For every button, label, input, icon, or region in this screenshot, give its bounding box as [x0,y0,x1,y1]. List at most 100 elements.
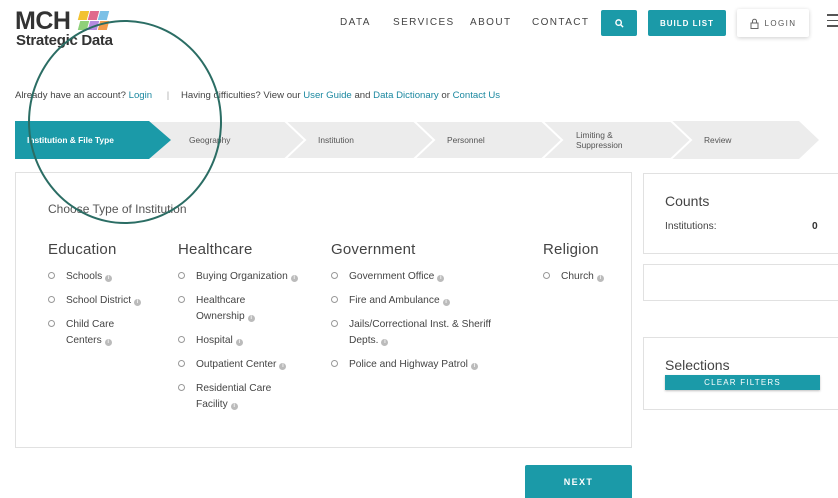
logo-mch-text: MCH [15,7,71,35]
logo-subtitle: Strategic Data [16,32,113,49]
info-icon[interactable]: i [235,339,243,346]
step-personnel[interactable]: Personnel [447,121,485,159]
login-label: LOGIN [764,18,797,28]
step-review[interactable]: Review [704,121,731,159]
government-column: Government Government Office i Fire and A… [331,241,521,381]
institutions-label: Institutions: [665,221,717,232]
radio-button[interactable] [178,336,185,343]
info-icon[interactable]: i [596,275,604,282]
contact-us-link[interactable]: Contact Us [453,90,500,101]
option-label: Hospital [196,335,233,346]
info-icon[interactable]: i [470,363,478,370]
info-icon[interactable]: i [247,315,255,322]
account-help-line: Already have an account? Login | Having … [15,90,500,101]
radio-button[interactable] [178,296,185,303]
or-text: or [441,90,450,101]
lock-icon [750,18,759,29]
info-icon[interactable]: i [437,275,445,282]
logo-block [97,11,110,20]
nav-services[interactable]: SERVICES [393,17,455,29]
option-label: Healthcare Ownership [196,295,246,322]
government-title: Government [331,241,416,258]
have-account-text: Already have an account? [15,90,126,101]
radio-button[interactable] [543,272,550,279]
info-icon[interactable]: i [134,299,142,306]
radio-button[interactable] [48,296,55,303]
radio-button[interactable] [331,296,338,303]
logo-blocks-icon [77,11,110,31]
info-icon[interactable]: i [290,275,298,282]
info-icon[interactable]: i [442,299,450,306]
radio-button[interactable] [331,272,338,279]
nav-data[interactable]: DATA [340,17,371,29]
logo-block [97,21,110,30]
option-label: Church [561,271,594,282]
info-icon[interactable]: i [104,339,112,346]
step-institution[interactable]: Institution [318,121,354,159]
healthcare-column: Healthcare Buying Organization i Healthca… [178,241,323,421]
mch-logo[interactable]: MCH Strategic Data [15,8,125,52]
option-government-office[interactable]: Government Office i [331,269,521,285]
option-police-highway-patrol[interactable]: Police and Highway Patrol i [331,357,521,373]
wizard-steps: Institution & File Type Geography Instit… [15,121,825,159]
step-limiting-suppression[interactable]: Limiting & Suppression [576,121,646,159]
radio-button[interactable] [178,384,185,391]
religion-column: Religion Church i [543,241,623,293]
info-icon[interactable]: i [105,275,113,282]
site-header: MCH Strategic Data DATA SERVICES ABOUT C… [0,0,838,62]
option-school-district[interactable]: School District i [48,293,168,309]
option-fire-and-ambulance[interactable]: Fire and Ambulance i [331,293,521,309]
education-title: Education [48,241,117,258]
option-label: Fire and Ambulance [349,295,440,306]
step-geography[interactable]: Geography [189,121,230,159]
selections-panel: Selections CLEAR FILTERS [643,337,838,410]
info-icon[interactable]: i [279,363,287,370]
choose-type-title: Choose Type of Institution [48,202,187,216]
counts-panel: Counts Institutions: 0 [643,173,838,254]
login-button[interactable]: LOGIN [737,9,809,37]
option-label: Buying Organization [196,271,288,282]
institution-type-panel: Choose Type of Institution Education Sch… [15,172,632,448]
info-icon[interactable]: i [381,339,389,346]
selections-title: Selections [665,357,730,373]
radio-button[interactable] [178,272,185,279]
option-buying-organization[interactable]: Buying Organization i [178,269,323,285]
option-child-care-centers[interactable]: Child Care Centers i [48,317,138,349]
build-list-button[interactable]: BUILD LIST [648,10,726,36]
clear-filters-button[interactable]: CLEAR FILTERS [665,375,820,390]
and-text: and [354,90,371,101]
option-church[interactable]: Church i [543,269,623,285]
step-institution-file-type[interactable]: Institution & File Type [27,121,114,159]
institutions-count: 0 [812,221,818,232]
search-button[interactable] [601,10,637,36]
option-schools[interactable]: Schools i [48,269,168,285]
hamburger-icon[interactable] [827,14,838,28]
login-link[interactable]: Login [129,90,152,101]
option-label: School District [66,295,132,306]
option-hospital[interactable]: Hospital i [178,333,323,349]
healthcare-title: Healthcare [178,241,253,258]
radio-button[interactable] [48,320,55,327]
user-guide-link[interactable]: User Guide [303,90,352,101]
education-column: Education Schools i School District i Chil… [48,241,168,357]
radio-button[interactable] [331,320,338,327]
radio-button[interactable] [178,360,185,367]
difficulties-text: Having difficulties? View our [180,90,301,101]
data-dictionary-link[interactable]: Data Dictionary [373,90,439,101]
separator: | [166,90,170,101]
option-healthcare-ownership[interactable]: Healthcare Ownership i [178,293,278,325]
nav-contact[interactable]: CONTACT [532,17,589,29]
option-residential-care-facility[interactable]: Residential Care Facility i [178,381,288,413]
option-label: Jails/Correctional Inst. & Sheriff Depts… [349,319,491,346]
radio-button[interactable] [331,360,338,367]
option-label: Police and Highway Patrol [349,359,468,370]
counts-title: Counts [665,193,710,209]
option-outpatient-center[interactable]: Outpatient Center i [178,357,323,373]
option-jails-correctional[interactable]: Jails/Correctional Inst. & Sheriff Depts… [331,317,521,349]
info-icon[interactable]: i [230,403,238,410]
nav-about[interactable]: ABOUT [470,17,511,29]
search-icon [614,18,624,28]
radio-button[interactable] [48,272,55,279]
option-label: Government Office [349,271,435,282]
next-button[interactable]: NEXT [525,465,632,498]
